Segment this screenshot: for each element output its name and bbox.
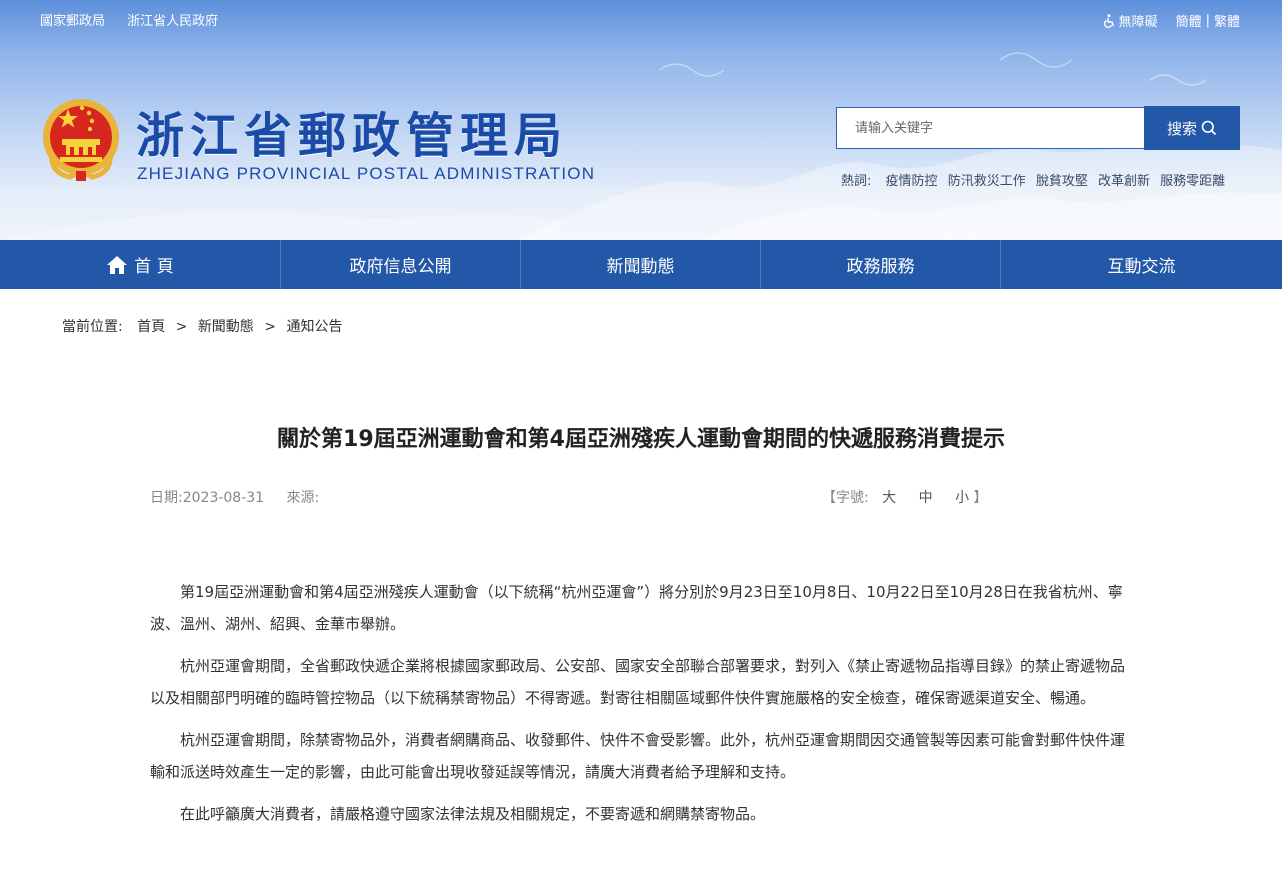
nav-item-news[interactable]: 新聞動態 xyxy=(521,240,761,289)
font-size-small[interactable]: 小 xyxy=(955,490,969,506)
top-link-zj-gov[interactable]: 浙江省人民政府 xyxy=(127,14,218,29)
hot-words: 熱詞: 疫情防控 防汛救災工作 脫貧攻堅 改革創新 服務零距離 xyxy=(841,170,1231,189)
article-paragraph: 在此呼籲廣大消費者，請嚴格遵守國家法律法規及相關規定，不要寄遞和網購禁寄物品。 xyxy=(180,805,766,823)
article-meta: 日期:2023-08-31 來源: xyxy=(150,487,319,507)
wheelchair-icon xyxy=(1103,13,1114,28)
main-nav: 首 頁 政府信息公開 新聞動態 政務服務 互動交流 xyxy=(0,240,1282,289)
source-label: 來源: xyxy=(286,490,320,506)
hot-word[interactable]: 改革創新 xyxy=(1098,174,1150,189)
article-date: 2023-08-31 xyxy=(182,490,265,506)
breadcrumb-separator: > xyxy=(264,319,276,335)
site-title: 浙江省郵政管理局 xyxy=(136,108,569,164)
hot-word[interactable]: 脫貧攻堅 xyxy=(1036,174,1088,189)
lang-separator: | xyxy=(1205,13,1210,28)
article-paragraph: 杭州亞運會期間，全省郵政快遞企業將根據國家郵政局、公安部、國家安全部聯合部署要求… xyxy=(150,657,1126,707)
font-size-close: 】 xyxy=(973,490,988,506)
nav-item-label: 首 頁 xyxy=(134,257,174,277)
breadcrumb: 當前位置: 首頁 > 新聞動態 > 通知公告 xyxy=(62,316,342,336)
article-body: 第19屆亞洲運動會和第4屆亞洲殘疾人運動會（以下統稱“杭州亞運會”）將分別於9月… xyxy=(150,576,1134,840)
breadcrumb-notices[interactable]: 通知公告 xyxy=(286,319,342,335)
home-icon xyxy=(107,255,128,274)
nav-item-gov-info[interactable]: 政府信息公開 xyxy=(281,240,521,289)
article-title: 關於第19屆亞洲運動會和第4屆亞洲殘疾人運動會期間的快遞服務消費提示 xyxy=(277,427,1005,452)
hot-word[interactable]: 防汛救災工作 xyxy=(948,174,1026,189)
hot-word[interactable]: 疫情防控 xyxy=(886,174,938,189)
article-paragraph: 杭州亞運會期間，除禁寄物品外，消費者網購商品、收發郵件、快件不會受影響。此外，杭… xyxy=(150,731,1126,781)
search-button[interactable]: 搜索 xyxy=(1144,106,1240,150)
font-size-switcher: 【字號: 大 中 小 】 xyxy=(822,487,988,507)
top-links: 國家郵政局 浙江省人民政府 xyxy=(40,10,236,29)
hot-words-label: 熱詞: xyxy=(841,174,872,189)
site-subtitle: ZHEJIANG PROVINCIAL POSTAL ADMINISTRATIO… xyxy=(137,164,596,183)
breadcrumb-home[interactable]: 首頁 xyxy=(137,319,165,335)
search-input[interactable] xyxy=(836,107,1144,149)
top-tools: 無障礙 簡體 | 繁體 xyxy=(1102,11,1240,30)
font-size-label: 【字號: xyxy=(822,490,869,506)
site-header: 國家郵政局 浙江省人民政府 無障礙 簡體 | 繁體 浙江省郵政管理局 ZHEJI… xyxy=(0,0,1282,240)
top-link-state-post[interactable]: 國家郵政局 xyxy=(40,14,105,29)
font-size-medium[interactable]: 中 xyxy=(919,490,933,506)
search-icon xyxy=(1201,120,1217,136)
simplified-link[interactable]: 簡體 xyxy=(1176,11,1202,30)
font-size-large[interactable]: 大 xyxy=(882,490,896,506)
accessibility-link[interactable]: 無障礙 xyxy=(1102,11,1158,30)
breadcrumb-label: 當前位置: xyxy=(62,319,123,335)
hot-word[interactable]: 服務零距離 xyxy=(1160,174,1225,189)
national-emblem-icon xyxy=(43,99,119,181)
traditional-link[interactable]: 繁體 xyxy=(1214,11,1240,30)
search-button-label: 搜索 xyxy=(1166,119,1197,138)
article-paragraph: 第19屆亞洲運動會和第4屆亞洲殘疾人運動會（以下統稱“杭州亞運會”）將分別於9月… xyxy=(150,583,1123,633)
nav-item-home[interactable]: 首 頁 xyxy=(0,240,281,289)
nav-item-interaction[interactable]: 互動交流 xyxy=(1001,240,1282,289)
nav-item-services[interactable]: 政務服務 xyxy=(761,240,1001,289)
search-bar: 搜索 xyxy=(836,106,1240,150)
accessibility-label: 無障礙 xyxy=(1118,15,1158,30)
breadcrumb-news[interactable]: 新聞動態 xyxy=(198,319,254,335)
breadcrumb-separator: > xyxy=(175,319,188,335)
date-label: 日期: xyxy=(150,490,183,506)
